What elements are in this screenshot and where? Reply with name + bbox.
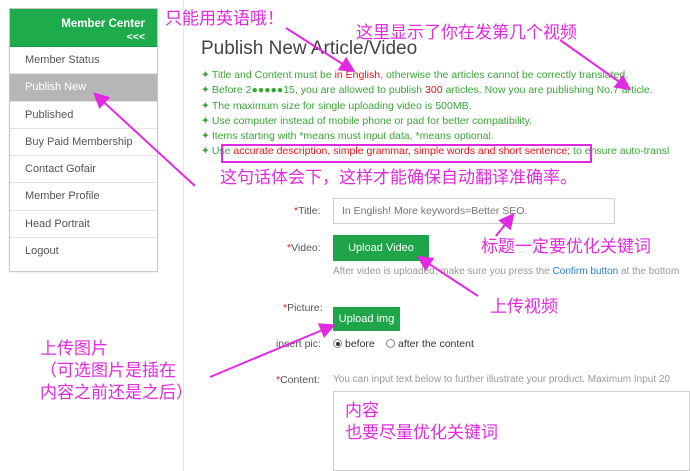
sidebar-item-publish-new[interactable]: Publish New <box>10 74 157 102</box>
annotation-title-keywords: 标题一定要优化关键词 <box>481 237 651 257</box>
upload-img-button[interactable]: Upload img <box>333 307 400 331</box>
highlight-box <box>221 144 592 163</box>
content-label: *Content: <box>276 374 320 386</box>
bullet-icon: ✦ <box>201 84 210 97</box>
sidebar-title: Member Center <box>61 18 145 30</box>
content-hint: You can input text below to further illu… <box>333 374 671 385</box>
picture-label: *Picture: <box>283 302 323 314</box>
sidebar-item-member-profile[interactable]: Member Profile <box>10 183 157 211</box>
bullet-icon: ✦ <box>201 130 210 143</box>
annotation-sentence-note: 这句话体会下，这样才能确保自动翻译准确率。 <box>220 168 577 188</box>
insert-pic-label: insert pic: <box>276 338 321 350</box>
radio-before[interactable] <box>333 339 342 348</box>
confirm-button-link[interactable]: Confirm button <box>553 266 619 277</box>
annotation-upload-video: 上传视频 <box>490 297 558 317</box>
sidebar-item-contact-gofair[interactable]: Contact Gofair <box>10 156 157 184</box>
title-input[interactable] <box>333 198 615 224</box>
bullet-icon: ✦ <box>201 99 210 112</box>
sidebar-item-logout[interactable]: Logout <box>10 238 157 265</box>
bullet-icon: ✦ <box>201 69 210 81</box>
sidebar-item-published[interactable]: Published <box>10 102 157 129</box>
sidebar-item-head-portrait[interactable]: Head Portrait <box>10 211 157 239</box>
annotation-video-number: 这里显示了你在发第几个视频 <box>356 23 577 43</box>
title-label: *Title: <box>294 205 321 217</box>
page: Member Center <<< Member Status Publish … <box>0 0 690 471</box>
collapse-arrows-icon[interactable]: <<< <box>10 31 145 43</box>
rule-line: ✦ Items starting with *means must input d… <box>201 130 494 143</box>
annotation-upload-picture: 上传图片 （可选图片是插在 内容之前还是之后） <box>40 339 193 403</box>
video-label: *Video: <box>287 242 321 254</box>
rule-line: ✦ Before 2●●●●●15, you are allowed to pub… <box>201 84 653 97</box>
bullet-icon: ✦ <box>201 114 210 127</box>
upload-video-button[interactable]: Upload Video <box>333 235 429 261</box>
insert-before-option[interactable]: before <box>333 338 375 350</box>
rule-line: ✦ Use computer instead of mobile phone or… <box>201 114 533 127</box>
insert-after-option[interactable]: after the content <box>386 338 474 350</box>
video-hint: After video is uploaded, make sure you p… <box>333 266 680 277</box>
rule-line: ✦ The maximum size for single uploading v… <box>201 99 472 112</box>
annotation-english-only: 只能用英语哦！ <box>165 9 284 29</box>
radio-after[interactable] <box>386 339 395 348</box>
sidebar-item-member-status[interactable]: Member Status <box>10 47 157 75</box>
member-sidebar: Member Center <<< Member Status Publish … <box>9 8 158 272</box>
sidebar-item-buy-paid-membership[interactable]: Buy Paid Membership <box>10 129 157 157</box>
bullet-icon: ✦ <box>201 145 210 158</box>
rule-line: ✦ Title and Content must be in English, o… <box>201 69 629 81</box>
annotation-content: 内容 也要尽量优化关键词 <box>345 401 498 443</box>
sidebar-header: Member Center <<< <box>10 9 157 47</box>
